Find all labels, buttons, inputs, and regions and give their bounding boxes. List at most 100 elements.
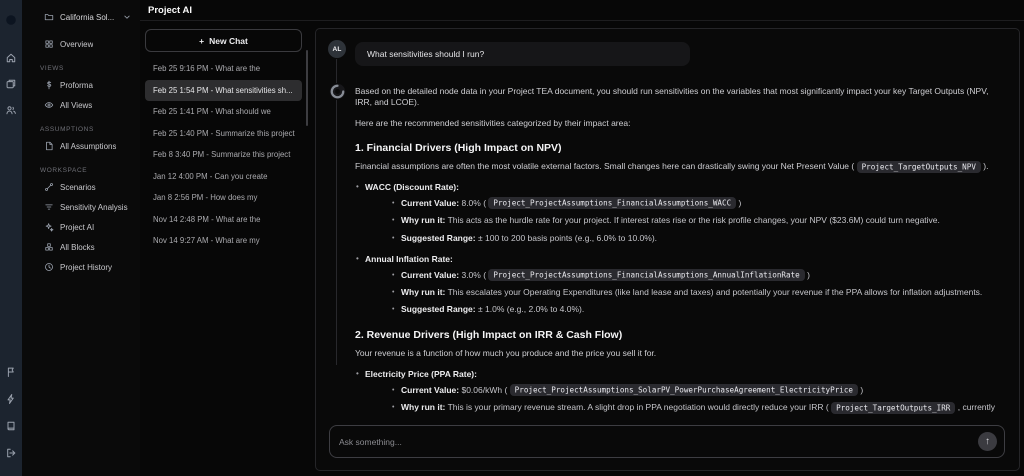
bullet-item: WACC (Discount Rate): Current Value: 8.0%… xyxy=(355,182,1005,245)
sidebar-item-all-assumptions[interactable]: All Assumptions xyxy=(36,136,136,156)
sub-bullet-item: Why run it: This acts as the hurdle rate… xyxy=(391,215,1005,227)
bold-text: Current Value: xyxy=(401,197,460,208)
bullet-item: Electricity Price (PPA Rate): Current Val… xyxy=(355,369,1005,415)
text: ) xyxy=(804,269,810,280)
assistant-message: Based on the detailed node data in your … xyxy=(355,83,1005,415)
sub-bullet-item: Current Value: $0.06/kWh ( Project_Proje… xyxy=(391,384,1005,397)
bold-text: Current Value: xyxy=(401,269,460,280)
sub-bullet-item: Why run it: This is your primary revenue… xyxy=(391,401,1005,415)
chat-panel: AL What sensitivities should I run? Base… xyxy=(315,28,1020,471)
new-chat-button[interactable]: + New Chat xyxy=(145,29,302,52)
assistant-paragraph: Your revenue is a function of how much y… xyxy=(355,348,1005,359)
text: 8.0% ( xyxy=(459,197,489,208)
chat-item-list: Feb 25 9:16 PM - What are the Feb 25 1:54… xyxy=(145,58,302,252)
sidebar-item-overview[interactable]: Overview xyxy=(36,34,136,54)
code-reference-chip[interactable]: Project_TargetOutputs_IRR xyxy=(831,401,956,414)
project-selector[interactable]: California Sol... xyxy=(36,10,136,24)
code-reference-chip[interactable]: Project_ProjectAssumptions_FinancialAssu… xyxy=(488,269,805,282)
sub-bullet-item: Why run it: This escalates your Operatin… xyxy=(391,287,1005,299)
sidebar-sections: VIEWS Proforma All Views ASSUMPTIONS All Ass… xyxy=(36,65,136,277)
sidebar-item-label: Proforma xyxy=(60,80,93,90)
sidebar-item-label: Project History xyxy=(60,262,113,272)
assistant-paragraph: Based on the detailed node data in your … xyxy=(355,86,1005,109)
chat-history-item[interactable]: Nov 14 2:48 PM - What are the xyxy=(145,209,302,231)
bold-text: Why run it: xyxy=(401,402,446,413)
scrollbar-thumb[interactable] xyxy=(306,50,308,126)
grid-icon xyxy=(44,39,54,49)
users-icon[interactable] xyxy=(4,103,18,117)
message-input[interactable] xyxy=(339,436,978,447)
layers-icon[interactable] xyxy=(4,77,18,91)
sidebar-item-project-history[interactable]: Project History xyxy=(36,257,136,277)
sidebar-section-label: ASSUMPTIONS xyxy=(40,126,94,133)
book-icon[interactable] xyxy=(4,419,18,433)
home-icon[interactable] xyxy=(4,51,18,65)
chat-history-item[interactable]: Feb 25 1:40 PM - Summarize this project xyxy=(145,123,302,145)
plus-icon: + xyxy=(199,35,205,46)
chat-history-item[interactable]: Nov 14 9:27 AM - What are my xyxy=(145,230,302,252)
bold-text: Why run it: xyxy=(401,215,446,226)
assistant-avatar xyxy=(329,83,346,100)
sub-bullet-item: Suggested Range: ± 1.0% (e.g., 2.0% to 4… xyxy=(391,304,1005,316)
text: This acts as the hurdle rate for your pr… xyxy=(445,215,940,226)
bold-text: Current Value: xyxy=(401,384,460,395)
sidebar-item-proforma[interactable]: Proforma xyxy=(36,75,136,95)
code-reference-chip[interactable]: Project_ProjectAssumptions_SolarPV_Power… xyxy=(509,384,858,397)
chevron-down-icon xyxy=(122,12,132,22)
page-header: Project AI xyxy=(140,0,1024,21)
sidebar-item-sensitivity-analysis[interactable]: Sensitivity Analysis xyxy=(36,197,136,217)
rail-bottom-icons xyxy=(4,358,18,466)
bold-text: Why run it: xyxy=(401,286,446,297)
message-area: AL What sensitivities should I run? Base… xyxy=(316,29,1019,415)
logout-icon[interactable] xyxy=(4,446,18,460)
send-button[interactable]: ↑ xyxy=(978,432,997,451)
new-chat-label: New Chat xyxy=(209,35,248,46)
assistant-section-heading: 1. Financial Drivers (High Impact on NPV… xyxy=(355,142,562,155)
sub-bullet-list: Current Value: $0.06/kWh ( Project_Proje… xyxy=(391,384,1005,415)
code-reference-chip[interactable]: Project_ProjectAssumptions_FinancialAssu… xyxy=(488,197,737,210)
sub-bullet-item: Current Value: 3.0% ( Project_ProjectAss… xyxy=(391,269,1005,282)
bullet-item: Annual Inflation Rate: Current Value: 3.0… xyxy=(355,254,1005,317)
composer: ↑ xyxy=(329,425,1005,458)
text: This is your primary revenue stream. A s… xyxy=(445,402,832,413)
bold-text: Suggested Range: xyxy=(401,304,476,315)
chat-history-item[interactable]: Jan 8 2:56 PM - How does my xyxy=(145,187,302,209)
content-region: + New Chat Feb 25 9:16 PM - What are the… xyxy=(140,21,1024,476)
user-avatar: AL xyxy=(328,40,346,58)
clock-icon xyxy=(44,262,54,272)
flag-icon[interactable] xyxy=(4,365,18,379)
chat-history-item[interactable]: Feb 25 1:54 PM - What sensitivities sh..… xyxy=(145,79,302,101)
icon-rail xyxy=(0,0,22,476)
bullet-label: Annual Inflation Rate: xyxy=(365,253,453,264)
sidebar-item-all-views[interactable]: All Views xyxy=(36,95,136,115)
zap-icon[interactable] xyxy=(4,392,18,406)
sub-bullet-item: Current Value: 8.0% ( Project_ProjectAss… xyxy=(391,197,1005,210)
folder-icon xyxy=(44,12,54,22)
chat-history-item[interactable]: Feb 8 3:40 PM - Summarize this project xyxy=(145,144,302,166)
text: 3.0% ( xyxy=(459,269,489,280)
text: ) xyxy=(736,197,742,208)
sub-bullet-list: Current Value: 3.0% ( Project_ProjectAss… xyxy=(391,269,1005,317)
chat-history-panel: + New Chat Feb 25 9:16 PM - What are the… xyxy=(140,21,308,476)
chat-history-item[interactable]: Feb 25 1:41 PM - What should we xyxy=(145,101,302,123)
bullet-label: WACC (Discount Rate): xyxy=(365,181,459,192)
assistant-section-heading: 2. Revenue Drivers (High Impact on IRR &… xyxy=(355,329,623,342)
sub-bullet-list: Current Value: 8.0% ( Project_ProjectAss… xyxy=(391,197,1005,245)
text: Here are the recommended sensitivities c… xyxy=(355,117,631,128)
assistant-paragraph: Financial assumptions are often the most… xyxy=(355,160,1005,173)
user-message-row: AL What sensitivities should I run? xyxy=(328,40,1005,66)
sidebar-item-label: All Blocks xyxy=(60,242,95,252)
bold-text: Suggested Range: xyxy=(401,232,476,243)
logo-icon[interactable] xyxy=(4,13,18,27)
filter-icon xyxy=(44,202,54,212)
sidebar-item-project-ai[interactable]: Project AI xyxy=(36,217,136,237)
sidebar-item-scenarios[interactable]: Scenarios xyxy=(36,177,136,197)
sidebar-item-all-blocks[interactable]: All Blocks xyxy=(36,237,136,257)
assistant-paragraph: Here are the recommended sensitivities c… xyxy=(355,118,1005,129)
text: ) xyxy=(858,384,864,395)
chat-history-item[interactable]: Jan 12 4:00 PM - Can you create xyxy=(145,166,302,188)
code-reference-chip[interactable]: Project_TargetOutputs_NPV xyxy=(856,160,981,173)
chat-history-item[interactable]: Feb 25 9:16 PM - What are the xyxy=(145,58,302,80)
blocks-icon xyxy=(44,242,54,252)
sparkles-icon xyxy=(44,222,54,232)
